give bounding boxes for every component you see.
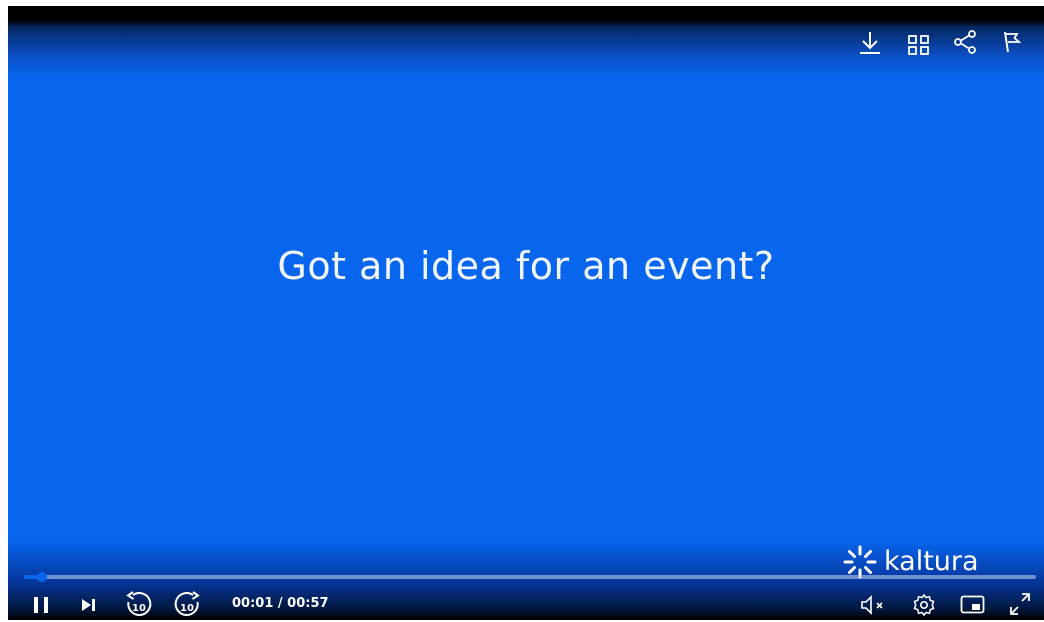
page-frame: Got an idea for an event? kaltura 10 10 …: [0, 0, 1044, 622]
forward-10-icon[interactable]: 10: [172, 591, 202, 619]
video-slide-text: Got an idea for an event?: [277, 244, 775, 288]
video-player[interactable]: Got an idea for an event? kaltura 10 10 …: [8, 6, 1044, 620]
forward-10-label: 10: [180, 603, 194, 614]
share-icon[interactable]: [953, 30, 977, 54]
top-gradient: [8, 6, 1044, 76]
settings-gear-icon[interactable]: [912, 593, 936, 617]
fullscreen-icon[interactable]: [1008, 591, 1032, 617]
time-display: 00:01 / 00:57: [232, 596, 329, 611]
picture-in-picture-icon[interactable]: [960, 595, 986, 615]
rewind-10-label: 10: [132, 603, 146, 614]
volume-muted-icon[interactable]: [860, 595, 890, 615]
pause-icon[interactable]: [32, 595, 52, 615]
progress-bar-handle[interactable]: [36, 572, 47, 582]
rewind-10-icon[interactable]: 10: [124, 591, 154, 619]
download-icon[interactable]: [858, 30, 882, 56]
next-icon[interactable]: [81, 598, 97, 612]
progress-bar[interactable]: [24, 572, 1036, 582]
report-flag-icon[interactable]: [1002, 30, 1024, 54]
playlist-grid-icon[interactable]: [908, 35, 930, 55]
